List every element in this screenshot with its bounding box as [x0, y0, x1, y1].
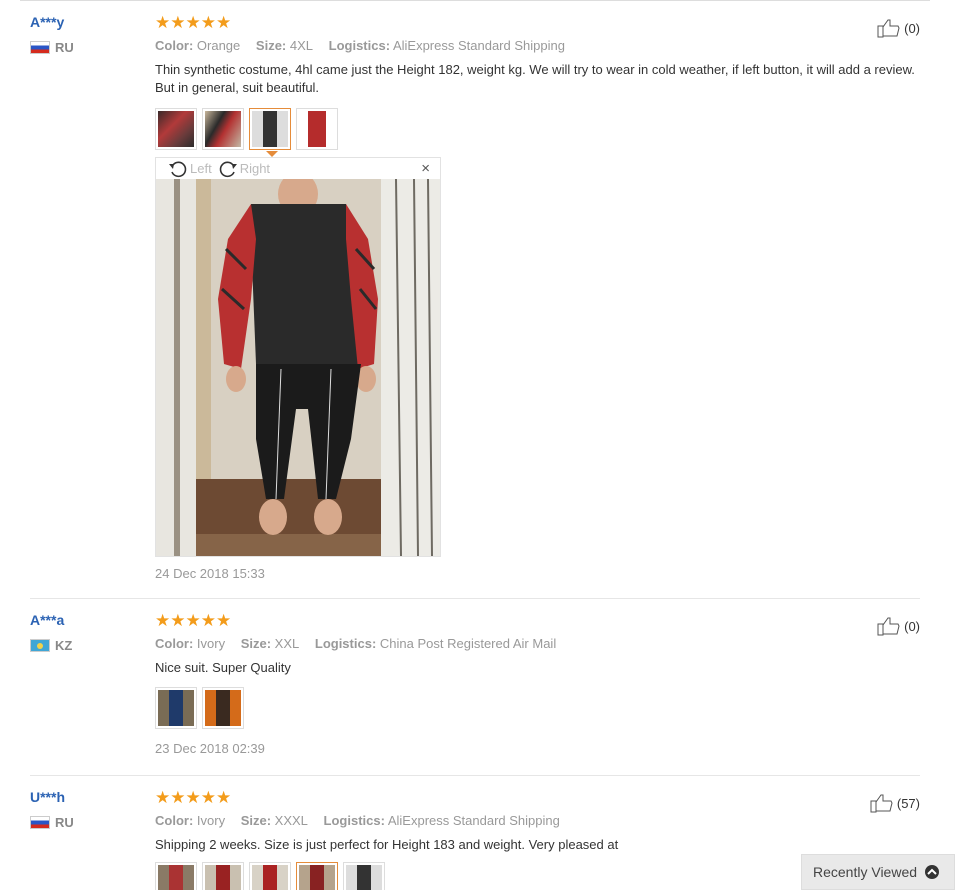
logistics-label: Logistics: [314, 636, 377, 651]
photo-thumbnail[interactable] [155, 862, 197, 890]
review-item: A***a KZ ★★★★★ Color: Ivory Size: XXL Lo… [30, 612, 920, 762]
size-value: XXL [274, 636, 300, 651]
chevron-up-icon [925, 865, 940, 879]
like-button[interactable]: (0) [877, 18, 920, 38]
recently-viewed-button[interactable]: Recently Viewed [801, 854, 955, 890]
rotate-right-icon [219, 161, 237, 177]
reviewer-country: RU [30, 815, 140, 830]
photo-thumbnail-selected[interactable] [249, 108, 291, 157]
size-label: Size: [255, 38, 287, 53]
review-date: 23 Dec 2018 02:39 [155, 741, 265, 756]
rotate-left-label: Left [190, 161, 212, 176]
reviewer-info: U***h RU [30, 789, 140, 830]
like-count: (57) [896, 795, 920, 811]
photo-thumbnails [155, 687, 920, 729]
photo-thumbnail-selected[interactable] [296, 862, 338, 890]
thumbs-up-icon [870, 794, 893, 813]
photo-thumbnails [155, 108, 920, 157]
country-code: RU [55, 815, 74, 830]
star-rating: ★★★★★ [155, 13, 232, 32]
review-item: U***h RU ★★★★★ Color: Ivory Size: XXXL L… [30, 789, 920, 890]
photo-thumbnail[interactable] [296, 108, 338, 150]
flag-icon [30, 41, 50, 54]
color-value: Ivory [196, 813, 226, 828]
order-attributes: Color: Orange Size: 4XL Logistics: AliEx… [155, 38, 920, 53]
photo-thumbnail[interactable] [202, 108, 244, 150]
rotate-right-button[interactable]: Right [218, 160, 270, 178]
logistics-value: China Post Registered Air Mail [379, 636, 557, 651]
reviewer-info: A***a KZ [30, 612, 140, 653]
country-code: KZ [55, 638, 73, 653]
size-label: Size: [240, 636, 272, 651]
logistics-label: Logistics: [328, 38, 391, 53]
color-label: Color: [155, 813, 194, 828]
close-icon[interactable]: × [421, 160, 430, 177]
rotate-left-icon [169, 161, 187, 177]
review-content: ★★★★★ Color: Ivory Size: XXL Logistics: … [155, 612, 920, 756]
flag-icon [30, 816, 50, 829]
star-rating: ★★★★★ [155, 611, 232, 630]
thumbs-up-icon [877, 617, 900, 636]
reviewer-name[interactable]: A***a [30, 612, 140, 628]
photo-thumbnail[interactable] [249, 862, 291, 890]
photo-thumbnail[interactable] [202, 687, 244, 729]
color-value: Orange [196, 38, 241, 53]
thumbs-up-icon [877, 19, 900, 38]
star-rating: ★★★★★ [155, 788, 232, 807]
review-text: Shipping 2 weeks. Size is just perfect f… [155, 837, 619, 852]
reviewer-country: KZ [30, 638, 140, 653]
color-label: Color: [155, 636, 194, 651]
review-date: 24 Dec 2018 15:33 [155, 566, 265, 581]
viewer-toolbar: Left Right × [156, 158, 440, 179]
review-divider [30, 598, 920, 599]
photo-thumbnail[interactable] [343, 862, 385, 890]
rotate-left-button[interactable]: Left [168, 160, 212, 178]
recently-viewed-label: Recently Viewed [813, 864, 918, 880]
review-photo [156, 179, 440, 556]
logistics-value: AliExpress Standard Shipping [387, 813, 560, 828]
like-button[interactable]: (0) [877, 616, 920, 636]
size-value: XXXL [274, 813, 308, 828]
review-divider [30, 775, 920, 776]
reviewer-name[interactable]: U***h [30, 789, 140, 805]
like-count: (0) [904, 618, 920, 634]
like-button[interactable]: (57) [870, 793, 920, 813]
reviewer-country: RU [30, 40, 140, 55]
logistics-value: AliExpress Standard Shipping [392, 38, 565, 53]
review-item: A***y RU ★★★★★ Color: Orange Size: 4XL L… [30, 14, 920, 589]
order-attributes: Color: Ivory Size: XXXL Logistics: AliEx… [155, 813, 920, 828]
review-content: ★★★★★ Color: Orange Size: 4XL Logistics:… [155, 13, 920, 581]
photo-thumbnail[interactable] [155, 687, 197, 729]
review-text: Thin synthetic costume, 4hl came just th… [155, 62, 915, 95]
size-value: 4XL [289, 38, 314, 53]
size-label: Size: [240, 813, 272, 828]
reviewer-name[interactable]: A***y [30, 14, 140, 30]
color-label: Color: [155, 38, 194, 53]
photo-image [156, 179, 440, 556]
top-divider [20, 0, 930, 1]
order-attributes: Color: Ivory Size: XXL Logistics: China … [155, 636, 920, 651]
country-code: RU [55, 40, 74, 55]
photo-thumbnail[interactable] [202, 862, 244, 890]
color-value: Ivory [196, 636, 226, 651]
review-text: Nice suit. Super Quality [155, 660, 291, 675]
flag-icon [30, 639, 50, 652]
photo-thumbnail[interactable] [155, 108, 197, 150]
reviewer-info: A***y RU [30, 14, 140, 55]
photo-viewer: Left Right × [155, 157, 441, 557]
rotate-right-label: Right [239, 161, 271, 176]
like-count: (0) [904, 20, 920, 36]
logistics-label: Logistics: [323, 813, 385, 828]
